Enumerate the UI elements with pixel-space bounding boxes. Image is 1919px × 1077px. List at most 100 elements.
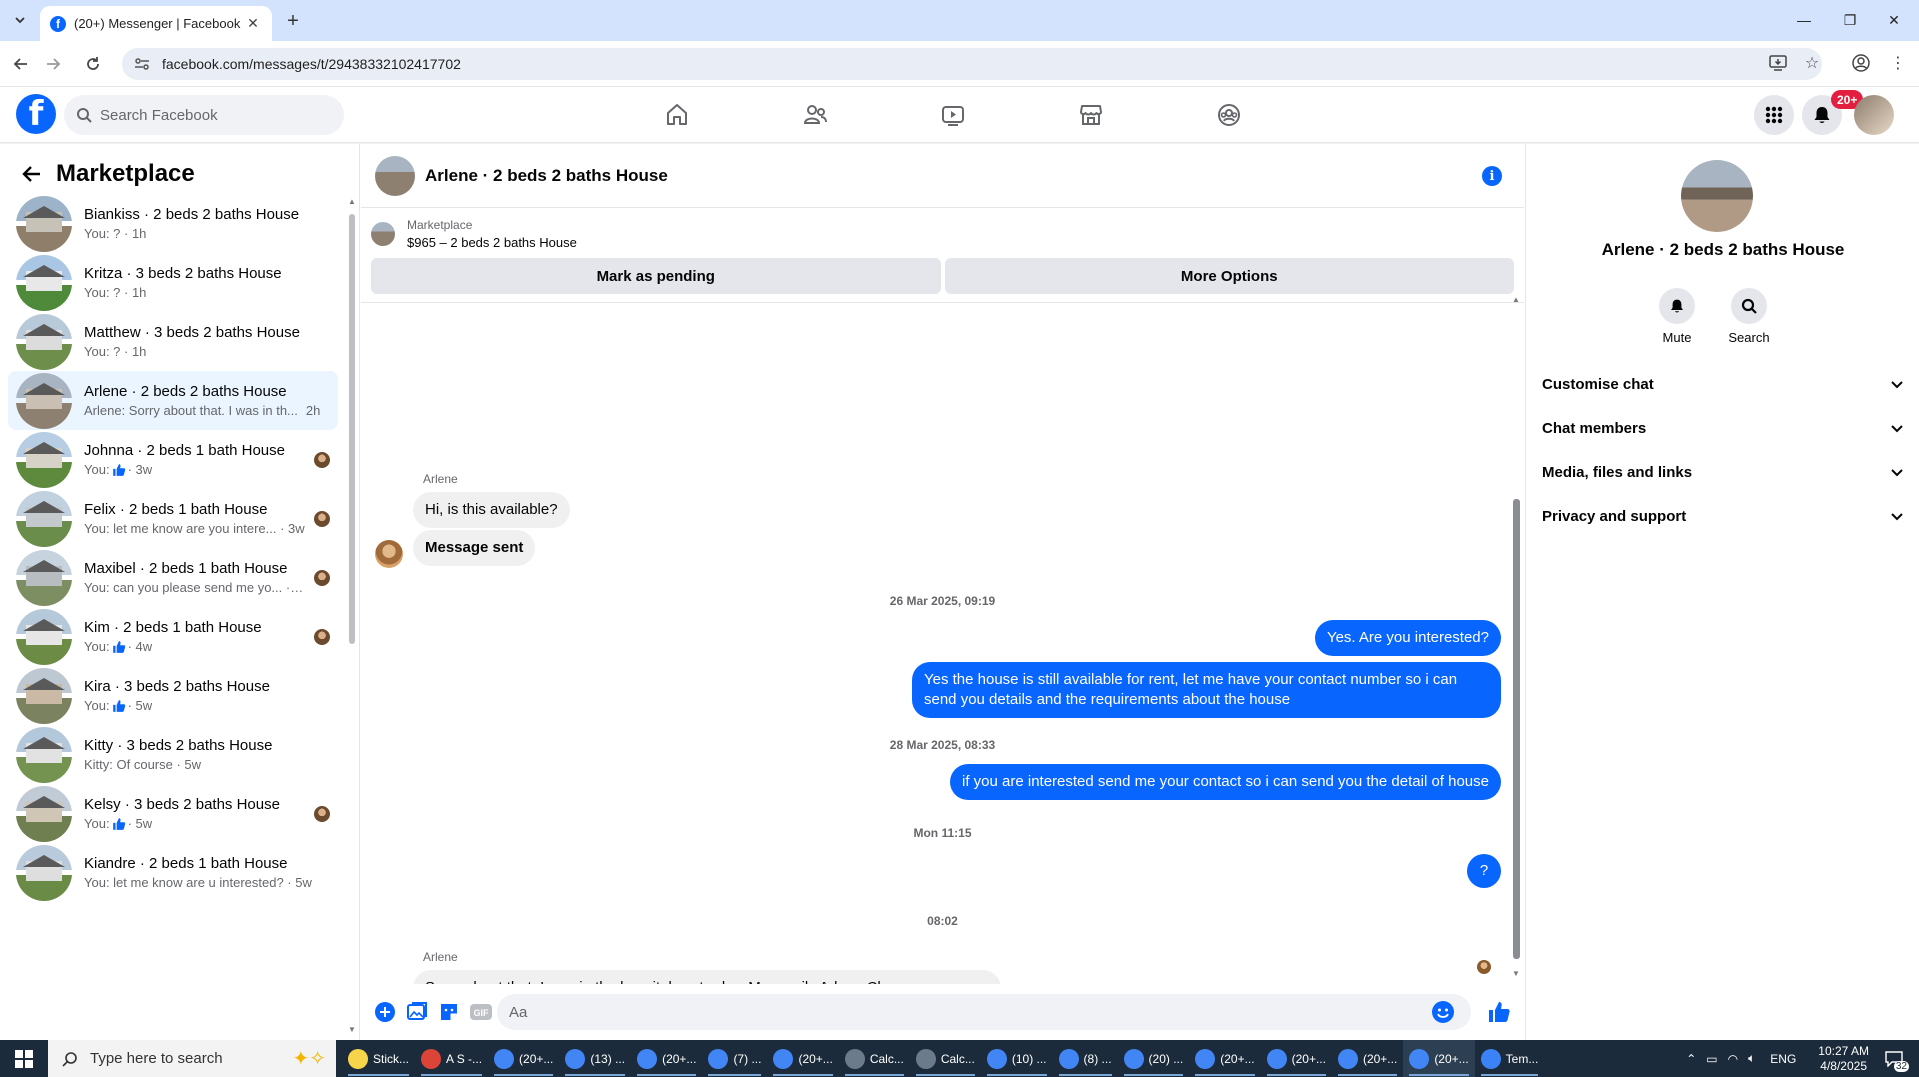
tab-search-button[interactable] [8,8,32,32]
outgoing-message[interactable]: ? [1467,854,1501,888]
taskbar-app[interactable]: (13) ... [559,1040,631,1077]
marketplace-listing-bar[interactable]: Marketplace $965 – 2 beds 2 baths House [371,214,1514,254]
taskbar-app[interactable]: Stick... [342,1040,415,1077]
conversation-item[interactable]: Felix · 2 beds 1 bath House You: let me … [8,489,338,548]
taskbar-app[interactable]: A S -... [415,1040,488,1077]
clock[interactable]: 10:27 AM 4/8/2025 [1818,1044,1869,1074]
media-files-links-section[interactable]: Media, files and links [1542,452,1912,492]
taskbar-app[interactable]: Tem... [1475,1040,1545,1077]
bookmark-star-icon[interactable]: ☆ [1798,49,1826,77]
site-info-icon[interactable] [134,56,150,72]
info-icon[interactable]: i [1482,166,1502,186]
nav-marketplace[interactable] [1035,95,1147,135]
more-options-button[interactable]: More Options [944,258,1514,294]
start-button[interactable] [0,1040,48,1077]
taskbar-app[interactable]: (20+... [1332,1040,1403,1077]
windows-taskbar: Type here to search ✦✧ Stick... A S -...… [0,1040,1919,1077]
menu-button[interactable] [1754,95,1794,135]
conversation-item[interactable]: Johnna · 2 beds 1 bath House You: · 3w [8,430,338,489]
taskbar-app[interactable]: (8) ... [1053,1040,1118,1077]
taskbar-app[interactable]: (20) ... [1118,1040,1190,1077]
chat-scrollbar[interactable] [1513,499,1520,959]
address-bar[interactable]: facebook.com/messages/t/2943833210241770… [122,48,1822,80]
photo-icon[interactable] [401,996,433,1028]
conversation-item[interactable]: Biankiss · 2 beds 2 baths House You: ? ·… [8,194,338,253]
taskbar-app[interactable]: (20+... [631,1040,702,1077]
outgoing-message[interactable]: Yes. Are you interested? [1314,620,1501,656]
taskbar-app[interactable]: (20+... [767,1040,838,1077]
conversation-item[interactable]: Maxibel · 2 beds 1 bath House You: can y… [8,548,338,607]
privacy-support-section[interactable]: Privacy and support [1542,496,1912,536]
close-window-button[interactable]: ✕ [1880,8,1908,32]
chevron-up-icon[interactable]: ⌃ [1686,1052,1696,1066]
svg-text:GIF: GIF [474,1008,490,1018]
chat-avatar[interactable] [375,155,415,196]
outgoing-message[interactable]: if you are interested send me your conta… [950,764,1501,800]
profile-icon[interactable] [1847,49,1875,77]
conversation-item[interactable]: Kira · 3 beds 2 baths House You: · 5w [8,666,338,725]
back-arrow-icon[interactable] [16,158,48,190]
minimize-button[interactable]: — [1790,8,1818,32]
chat-scroll-up[interactable]: ▲ [1512,296,1520,304]
incoming-message[interactable]: Hi, is this available? [413,492,570,528]
new-tab-button[interactable]: + [282,10,304,32]
account-avatar[interactable] [1854,95,1894,135]
mute-button[interactable]: Mute [1647,288,1707,345]
taskbar-app[interactable]: Calc... [839,1040,910,1077]
conversation-item[interactable]: Kim · 2 beds 1 bath House You: · 4w [8,607,338,666]
emoji-icon[interactable] [1431,1000,1455,1024]
install-app-icon[interactable] [1764,49,1792,77]
nav-groups[interactable] [1173,95,1285,135]
taskbar-app[interactable]: (10) ... [981,1040,1053,1077]
nav-friends[interactable] [759,95,871,135]
mark-as-pending-button[interactable]: Mark as pending [371,258,941,294]
restore-button[interactable]: ❐ [1836,8,1864,32]
taskbar-search-input[interactable]: Type here to search ✦✧ [48,1040,336,1077]
browser-tab-active[interactable]: f (20+) Messenger | Facebook ✕ [40,6,272,41]
chat-members-section[interactable]: Chat members [1542,408,1912,448]
taskbar-app[interactable]: (7) ... [702,1040,767,1077]
back-button[interactable] [8,51,34,77]
taskbar-app[interactable]: (20+... [1261,1040,1332,1077]
taskbar-app[interactable]: (20+... [1189,1040,1260,1077]
plus-circle-icon[interactable] [369,996,401,1028]
input-language[interactable]: ENG [1770,1052,1796,1066]
sticker-icon[interactable] [433,996,465,1028]
message-input[interactable]: Aa [497,994,1471,1030]
sender-avatar[interactable] [375,540,403,568]
conversation-item[interactable]: Kritza · 3 beds 2 baths House You: ? · 1… [8,253,338,312]
send-like-button[interactable] [1483,996,1515,1028]
outgoing-message[interactable]: Yes the house is still available for ren… [912,662,1501,718]
incoming-message[interactable]: Sorry about that. I was in the hospital … [413,970,1001,984]
taskbar-app[interactable]: (20+... [1403,1040,1475,1077]
nav-video[interactable] [897,95,1009,135]
conversation-item[interactable]: Kitty · 3 beds 2 baths House Kitty: Of c… [8,725,338,784]
chat-scroll-down[interactable]: ▼ [1512,970,1520,978]
tab-close-icon[interactable]: ✕ [244,15,262,33]
facebook-search-input[interactable]: Search Facebook [64,95,344,135]
wifi-icon[interactable]: ◠ [1728,1052,1738,1066]
nav-home[interactable] [621,95,733,135]
chat-title[interactable]: Arlene · 2 beds 2 baths House [425,166,668,186]
conversation-item[interactable]: Kiandre · 2 beds 1 bath House You: let m… [8,843,338,902]
conversation-item[interactable]: Kelsy · 3 beds 2 baths House You: · 5w [8,784,338,843]
facebook-logo-icon[interactable]: f [16,94,56,134]
incoming-message[interactable]: Message sent [413,530,536,566]
taskbar-app[interactable]: Calc... [910,1040,981,1077]
scroll-up-arrow[interactable]: ▲ [348,198,356,206]
notification-center-button[interactable]: 32 [1881,1046,1909,1072]
conversation-item[interactable]: Matthew · 3 beds 2 baths House You: ? · … [8,312,338,371]
forward-button[interactable] [40,51,66,77]
conversation-item[interactable]: Arlene · 2 beds 2 baths House Arlene: So… [8,371,338,430]
reload-button[interactable] [80,51,106,77]
browser-menu-icon[interactable]: ⋮ [1884,49,1912,77]
volume-icon[interactable]: 🔈︎ [1748,1051,1755,1066]
gif-icon[interactable]: GIF [465,996,497,1028]
details-avatar[interactable] [1681,160,1753,232]
search-in-chat-button[interactable]: Search [1719,288,1779,345]
taskbar-app[interactable]: (20+... [488,1040,559,1077]
customise-chat-section[interactable]: Customise chat [1542,364,1912,404]
meet-now-icon[interactable]: ▭ [1706,1052,1717,1066]
scroll-down-arrow[interactable]: ▼ [348,1026,356,1034]
conversation-list-scrollbar[interactable] [349,214,355,644]
